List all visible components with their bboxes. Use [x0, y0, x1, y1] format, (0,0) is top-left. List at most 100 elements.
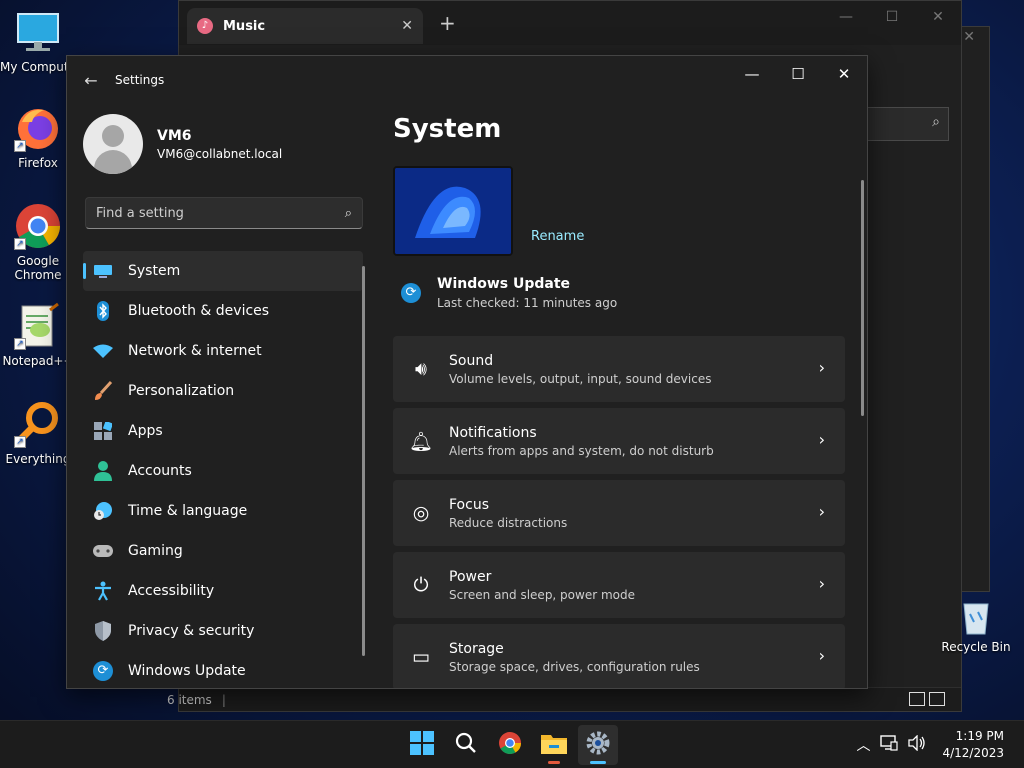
- firefox-icon: ↗: [14, 104, 62, 152]
- page-title: System: [393, 114, 502, 144]
- card-notifications[interactable]: 🔔︎ Notifications Alerts from apps and sy…: [393, 408, 845, 474]
- search-icon: [455, 732, 477, 758]
- content-scrollbar[interactable]: [861, 180, 864, 416]
- music-statusbar: 6 items |: [167, 687, 961, 711]
- chevron-right-icon: ›: [818, 430, 825, 449]
- card-storage[interactable]: ▭ Storage Storage space, drives, configu…: [393, 624, 845, 688]
- running-indicator: [590, 761, 606, 764]
- start-button[interactable]: [402, 725, 442, 765]
- sidebar-item-label: Privacy & security: [128, 623, 255, 639]
- sidebar-item-time-language[interactable]: Time & language: [83, 491, 363, 531]
- search-input[interactable]: Find a setting ⌕: [85, 197, 363, 229]
- desktop-icon-my-computer[interactable]: My Computer: [0, 8, 76, 74]
- desktop-icon-firefox[interactable]: ↗ Firefox: [0, 104, 76, 170]
- titlebar: ← Settings — ☐ ✕: [67, 56, 867, 104]
- system-tray: ︿ 1:19 PM 4/12/2023: [856, 721, 1024, 768]
- minimize-icon[interactable]: —: [823, 1, 869, 33]
- desktop-icon-chrome[interactable]: ↗ Google Chrome: [0, 202, 76, 282]
- power-icon: ⏻: [413, 574, 429, 596]
- rename-link[interactable]: Rename: [531, 229, 584, 244]
- sidebar-item-label: Windows Update: [128, 663, 246, 679]
- refresh-icon: ⟳: [93, 661, 113, 681]
- clock-time: 1:19 PM: [955, 729, 1004, 743]
- card-sound[interactable]: 🔊︎ Sound Volume levels, output, input, s…: [393, 336, 845, 402]
- chevron-right-icon: ›: [818, 646, 825, 665]
- sidebar-item-windows-update[interactable]: ⟳ Windows Update: [83, 651, 363, 688]
- shortcut-arrow-icon: ↗: [14, 436, 26, 448]
- card-subtitle: Alerts from apps and system, do not dist…: [449, 443, 714, 458]
- new-tab-button[interactable]: +: [439, 11, 456, 35]
- running-indicator: [548, 761, 560, 764]
- search-placeholder: Find a setting: [96, 205, 184, 221]
- minimize-icon[interactable]: —: [729, 58, 775, 90]
- folder-icon: [541, 732, 567, 758]
- bell-icon: 🔔︎: [408, 430, 434, 453]
- maximize-icon[interactable]: ☐: [775, 58, 821, 90]
- sidebar-item-gaming[interactable]: Gaming: [83, 531, 363, 571]
- sidebar-item-accessibility[interactable]: Accessibility: [83, 571, 363, 611]
- music-caption-buttons: — ☐ ✕: [823, 1, 961, 33]
- sidebar-item-personalization[interactable]: Personalization: [83, 371, 363, 411]
- card-subtitle: Reduce distractions: [449, 515, 568, 530]
- card-title: Focus: [449, 496, 489, 513]
- sidebar-item-system[interactable]: System: [83, 251, 363, 291]
- network-icon[interactable]: [880, 735, 899, 755]
- tab-music[interactable]: ♪ Music ✕: [187, 8, 423, 44]
- sidebar-item-network[interactable]: Network & internet: [83, 331, 363, 371]
- chrome-icon: ↗: [14, 202, 62, 250]
- shortcut-arrow-icon: ↗: [14, 338, 26, 350]
- chevron-right-icon: ›: [818, 574, 825, 593]
- card-focus[interactable]: ◎ Focus Reduce distractions ›: [393, 480, 845, 546]
- tab-title: Music: [223, 18, 266, 34]
- desktop-icon-everything[interactable]: ↗ Everything: [0, 400, 76, 466]
- close-icon[interactable]: ✕: [821, 58, 867, 90]
- maximize-icon[interactable]: ☐: [869, 1, 915, 33]
- details-view-icon[interactable]: [909, 692, 925, 706]
- taskbar-clock[interactable]: 1:19 PM 4/12/2023: [942, 728, 1004, 762]
- search-icon: ⌕: [344, 205, 352, 221]
- storage-icon: ▭: [412, 646, 430, 668]
- clock-date: 4/12/2023: [942, 746, 1004, 760]
- settings-window[interactable]: ← Settings — ☐ ✕ VM6 VM6@collabnet.local…: [66, 55, 868, 689]
- sidebar-item-privacy-security[interactable]: Privacy & security: [83, 611, 363, 651]
- desktop-icon-label: Firefox: [18, 156, 58, 170]
- taskbar-file-explorer-button[interactable]: [534, 725, 574, 765]
- refresh-icon: ⟳: [401, 283, 421, 303]
- user-profile[interactable]: VM6 VM6@collabnet.local: [83, 114, 282, 174]
- sidebar-item-apps[interactable]: Apps: [83, 411, 363, 451]
- taskbar-search-button[interactable]: [446, 725, 486, 765]
- main-content: System Rename ⟳ Windows Update Last chec…: [393, 104, 845, 688]
- update-subtitle: Last checked: 11 minutes ago: [437, 296, 618, 310]
- settings-cards: 🔊︎ Sound Volume levels, output, input, s…: [393, 336, 845, 688]
- chevron-right-icon: ›: [818, 358, 825, 377]
- chevron-up-icon[interactable]: ︿: [856, 735, 870, 755]
- music-search-box[interactable]: ⌕: [865, 107, 949, 141]
- back-arrow-icon[interactable]: ←: [67, 71, 115, 90]
- card-title: Sound: [449, 352, 494, 369]
- taskbar-settings-button[interactable]: [578, 725, 618, 765]
- card-title: Power: [449, 568, 492, 585]
- brush-icon: [93, 381, 113, 401]
- desktop-icon-notepadpp[interactable]: ↗ Notepad++: [0, 302, 76, 368]
- close-icon[interactable]: ✕: [963, 29, 975, 45]
- desktop-icon-recycle-bin[interactable]: Recycle Bin: [938, 596, 1014, 654]
- sidebar-item-accounts[interactable]: Accounts: [83, 451, 363, 491]
- update-title: Windows Update: [437, 276, 571, 292]
- sidebar-item-label: Accounts: [128, 463, 192, 479]
- sidebar-item-label: Bluetooth & devices: [128, 303, 270, 319]
- close-icon[interactable]: ✕: [915, 1, 961, 33]
- recycle-bin-icon: [956, 596, 996, 636]
- tiles-view-icon[interactable]: [929, 692, 945, 706]
- card-power[interactable]: ⏻ Power Screen and sleep, power mode ›: [393, 552, 845, 618]
- tab-close-icon[interactable]: ✕: [401, 18, 413, 34]
- caption-buttons: — ☐ ✕: [729, 56, 867, 90]
- windows-update-status[interactable]: ⟳ Windows Update Last checked: 11 minute…: [393, 276, 845, 310]
- volume-icon[interactable]: [908, 734, 926, 755]
- sidebar-scrollbar[interactable]: [362, 266, 365, 656]
- sidebar-item-label: Personalization: [128, 383, 235, 399]
- taskbar-chrome-button[interactable]: [490, 725, 530, 765]
- sidebar-item-bluetooth[interactable]: Bluetooth & devices: [83, 291, 363, 331]
- person-icon: [93, 461, 113, 481]
- bluetooth-icon: [93, 301, 113, 321]
- apps-icon: [93, 421, 113, 441]
